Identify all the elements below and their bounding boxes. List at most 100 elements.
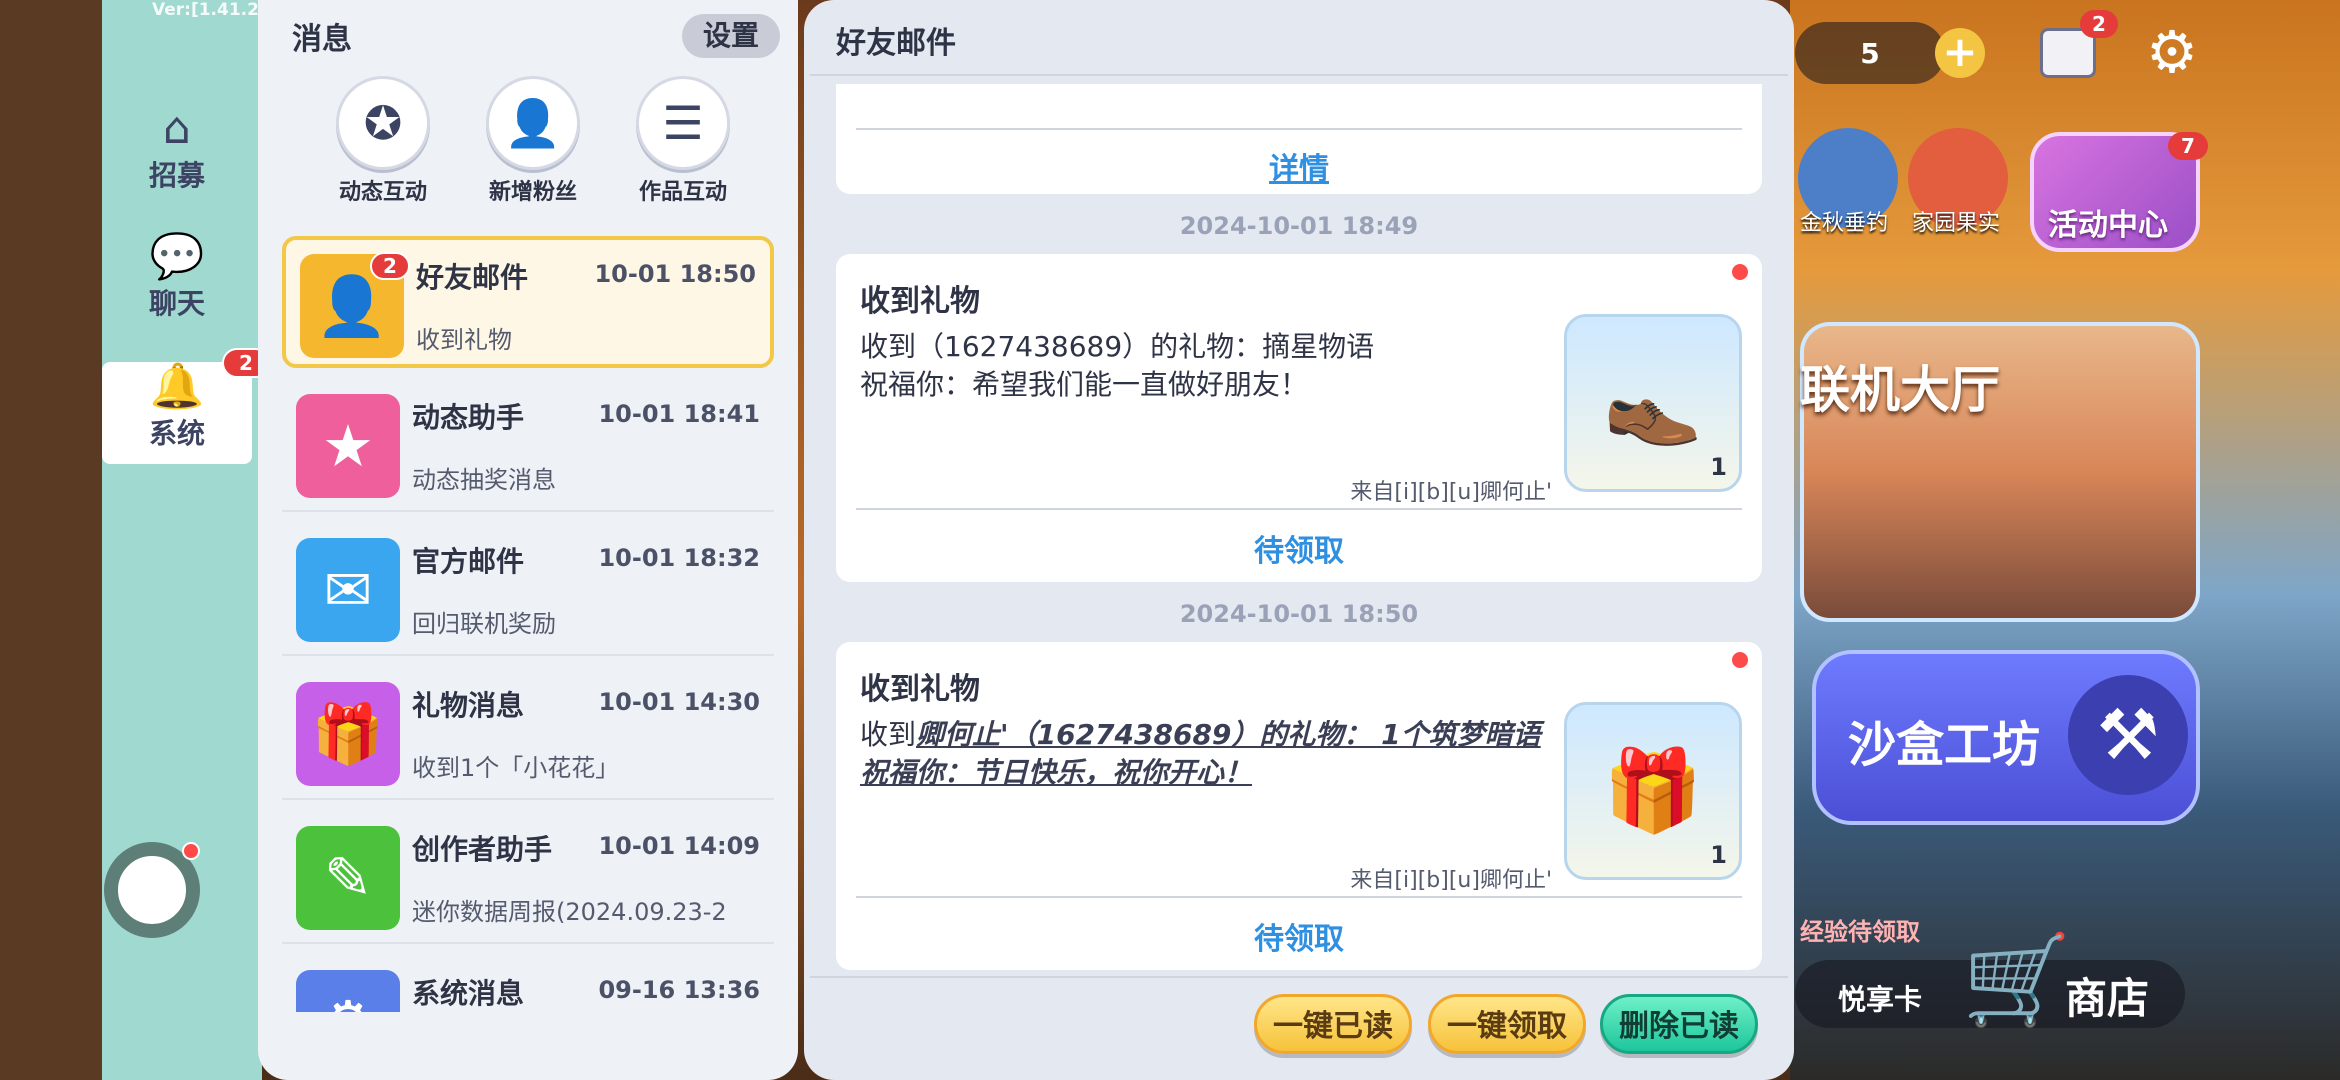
item-quantity: 1	[1710, 453, 1727, 481]
gift-box-item-icon[interactable]: 🎁 1	[1564, 702, 1742, 880]
list-item-gift-messages[interactable]: 🎁 礼物消息 10-01 14:30 收到1个「小花花」	[282, 668, 774, 800]
list-item-friend-mail[interactable]: 👤 2 好友邮件 10-01 18:50 收到礼物	[282, 236, 774, 368]
claim-link[interactable]: 待领取	[836, 914, 1762, 958]
joy-card-button[interactable]: 悦享卡	[1838, 978, 1922, 1018]
game-background-left	[0, 0, 102, 1080]
floating-assist-dot	[182, 842, 200, 860]
mail-card: 收到礼物 收到卿何止'（1627438689）的礼物： 1个筑梦暗语 祝福你：节…	[836, 642, 1762, 970]
list-item-post-assistant[interactable]: ★ 动态助手 10-01 18:41 动态抽奖消息	[282, 380, 774, 512]
mail-card-line1-prefix: 收到	[860, 718, 917, 751]
system-gear-icon: ⚙	[296, 970, 400, 1012]
tab-system[interactable]: 🔔 系统	[102, 362, 252, 464]
tab-system-label: 系统	[148, 417, 205, 450]
bookmark-star-icon: ★	[296, 394, 400, 498]
quick-new-followers[interactable]: 👤 新增粉丝	[468, 76, 598, 206]
mail-card-previous: 详情	[836, 84, 1762, 194]
mail-card-title: 收到礼物	[860, 672, 980, 707]
currency-counter: 5	[1795, 22, 1945, 84]
settings-button[interactable]: 设置	[682, 14, 780, 58]
mail-card-title: 收到礼物	[860, 284, 980, 319]
unread-dot	[1730, 262, 1750, 282]
card-divider	[856, 508, 1742, 510]
list-item-preview: 动态抽奖消息	[412, 466, 556, 494]
list-item-preview: 回归联机奖励	[412, 610, 556, 638]
mail-card-body: 收到（1627438689）的礼物：摘星物语 祝福你：希望我们能一直做好朋友！	[860, 328, 1560, 404]
pencil-ruler-icon: ✎	[296, 826, 400, 930]
envelope-icon: ✉	[296, 538, 400, 642]
add-currency-button[interactable]: +	[1935, 28, 1985, 78]
quick-work-interaction[interactable]: ☰ 作品互动	[618, 76, 748, 206]
mail-header: 好友邮件	[836, 26, 956, 61]
gear-icon[interactable]: ⚙	[2142, 22, 2202, 82]
mail-card-sender: 来自[i][b][u]卿何止'	[1350, 868, 1552, 893]
event-badge: 7	[2168, 132, 2208, 160]
delete-read-button[interactable]: 删除已读	[1600, 994, 1758, 1054]
messages-title: 消息	[292, 22, 352, 57]
list-item-name: 创作者助手	[412, 833, 553, 866]
hammer-icon: ⚒	[2068, 675, 2188, 795]
home-icon: ⌂	[163, 103, 191, 154]
mail-footer-divider	[810, 976, 1788, 978]
details-link[interactable]: 详情	[836, 144, 1762, 188]
list-item-name: 动态助手	[412, 401, 525, 434]
list-item-name: 系统消息	[412, 977, 525, 1010]
mail-card-line1: 收到（1627438689）的礼物：摘星物语	[860, 330, 1375, 363]
quick-post-interaction-label: 动态互动	[338, 180, 427, 205]
tab-chat[interactable]: 💬 聊天	[102, 232, 252, 332]
shop-label[interactable]: 商店	[2065, 965, 2149, 1026]
card-divider	[856, 896, 1742, 898]
tab-recruit-label: 招募	[148, 159, 205, 192]
list-item-time: 10-01 14:09	[598, 832, 760, 860]
read-all-button[interactable]: 一键已读	[1254, 994, 1412, 1054]
mail-card-body: 收到卿何止'（1627438689）的礼物： 1个筑梦暗语 祝福你：节日快乐，祝…	[860, 716, 1560, 792]
list-item-time: 09-16 13:36	[598, 976, 760, 1004]
list-item-preview: 收到礼物	[416, 326, 512, 354]
quick-post-interaction[interactable]: ✪ 动态互动	[318, 76, 448, 206]
new-follower-icon: 👤	[486, 76, 580, 170]
unread-dot	[1730, 650, 1750, 670]
mail-card-sender: 来自[i][b][u]卿何止'	[1350, 480, 1552, 505]
sandbox-label: 沙盒工坊	[1848, 717, 2041, 773]
list-item-system-messages[interactable]: ⚙ 系统消息 09-16 13:36	[282, 956, 774, 1012]
mail-card: 收到礼物 收到（1627438689）的礼物：摘星物语 祝福你：希望我们能一直做…	[836, 254, 1762, 582]
list-item-time: 10-01 14:30	[598, 688, 760, 716]
mail-badge: 2	[2080, 10, 2118, 38]
quick-work-interaction-label: 作品互动	[638, 180, 727, 205]
item-quantity: 1	[1710, 841, 1727, 869]
list-item-time: 10-01 18:50	[594, 260, 756, 288]
lobby-title: 联机大厅	[1800, 361, 2000, 419]
tab-chat-label: 聊天	[148, 287, 205, 320]
tab-recruit[interactable]: ⌂ 招募	[102, 104, 252, 204]
cart-icon[interactable]: 🛒	[1962, 930, 2072, 1030]
claim-link[interactable]: 待领取	[836, 526, 1762, 570]
chat-bubble-icon: 💬	[149, 231, 205, 282]
claim-all-button[interactable]: 一键领取	[1428, 994, 1586, 1054]
list-item-time: 10-01 18:41	[598, 400, 760, 428]
list-item-creator-assistant[interactable]: ✎ 创作者助手 10-01 14:09 迷你数据周报(2024.09.23-2	[282, 812, 774, 944]
mail-date: 2024-10-01 18:49	[1179, 212, 1419, 240]
list-item-name: 礼物消息	[412, 689, 525, 722]
mail-card-line2: 祝福你：节日快乐，祝你开心！	[860, 756, 1253, 789]
list-item-name: 官方邮件	[412, 545, 525, 578]
star-badge-icon: ✪	[336, 76, 430, 170]
list-item-official-mail[interactable]: ✉ 官方邮件 10-01 18:32 回归联机奖励	[282, 524, 774, 656]
fishing-event-label: 金秋垂钓	[1800, 211, 1889, 236]
exp-pending-label: 经验待领取	[1800, 918, 1920, 946]
home-fruit-label: 家园果实	[1912, 211, 2001, 236]
message-list[interactable]: 👤 2 好友邮件 10-01 18:50 收到礼物 ★ 动态助手 10-01 1…	[282, 236, 782, 1012]
list-item-preview: 收到1个「小花花」	[412, 754, 620, 782]
mail-header-divider	[810, 74, 1788, 76]
gift-icon: 🎁	[296, 682, 400, 786]
quick-new-followers-label: 新增粉丝	[488, 180, 577, 205]
mail-card-line1-emphasis: 卿何止'（1627438689）的礼物： 1个筑梦暗语	[916, 718, 1541, 751]
list-item-name: 好友邮件	[416, 261, 529, 294]
friend-mail-badge: 2	[370, 252, 410, 280]
list-doc-icon: ☰	[636, 76, 730, 170]
event-center-label: 活动中心	[2048, 208, 2168, 243]
mail-card-line1: 收到卿何止'（1627438689）的礼物： 1个筑梦暗语	[860, 716, 1560, 754]
list-item-preview: 迷你数据周报(2024.09.23-2	[412, 898, 727, 926]
shoes-item-icon[interactable]: 👞 1	[1564, 314, 1742, 492]
list-item-time: 10-01 18:32	[598, 544, 760, 572]
card-divider	[856, 128, 1742, 130]
mail-card-line2: 祝福你：希望我们能一直做好朋友！	[860, 368, 1309, 401]
